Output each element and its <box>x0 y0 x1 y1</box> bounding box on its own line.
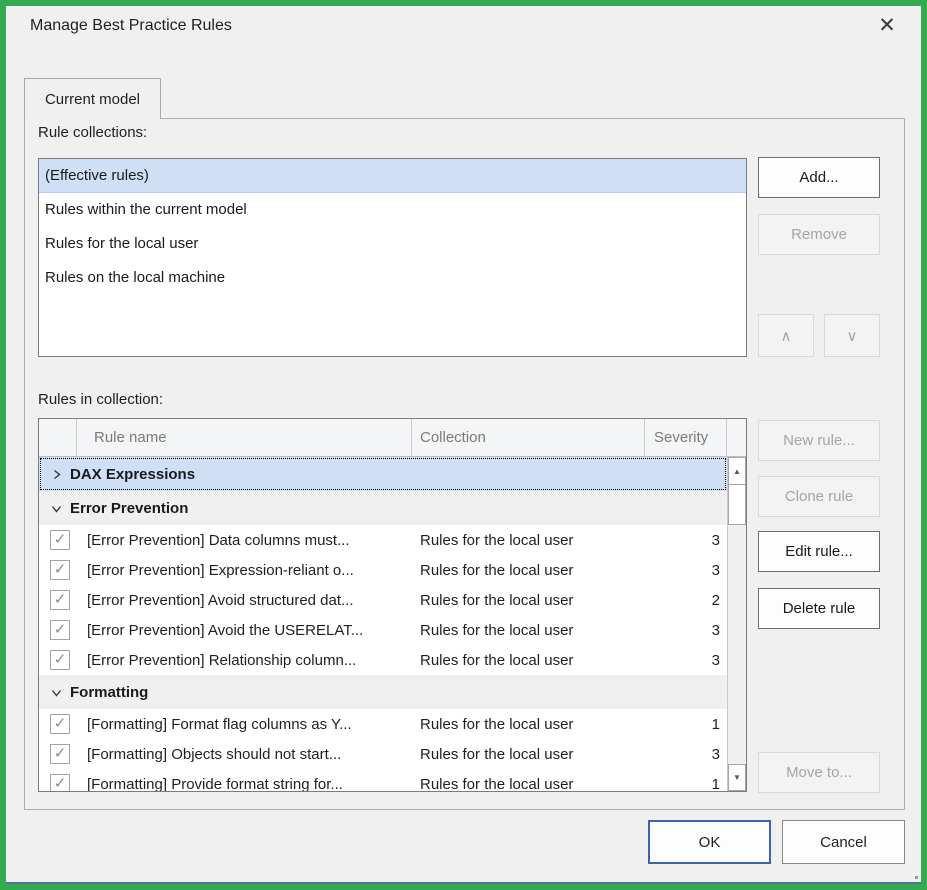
rule-severity: 3 <box>645 652 727 669</box>
rule-collection: Rules for the local user <box>420 746 645 763</box>
header-rule-name[interactable]: Rule name <box>77 419 412 456</box>
rule-checkbox[interactable]: ✓ <box>50 744 70 764</box>
remove-button[interactable]: Remove <box>758 214 880 255</box>
new-rule-button[interactable]: New rule... <box>758 420 880 461</box>
ok-button[interactable]: OK <box>648 820 771 864</box>
delete-rule-button[interactable]: Delete rule <box>758 588 880 629</box>
rule-row[interactable]: ✓ [Error Prevention] Avoid the USERELAT..… <box>39 615 727 645</box>
rule-row[interactable]: ✓ [Formatting] Provide format string for.… <box>39 769 727 791</box>
rule-checkbox[interactable]: ✓ <box>50 590 70 610</box>
rule-collection: Rules for the local user <box>420 592 645 609</box>
rule-name: [Error Prevention] Expression-reliant o.… <box>87 562 412 579</box>
rule-checkbox[interactable]: ✓ <box>50 650 70 670</box>
rule-severity: 3 <box>645 622 727 639</box>
rule-collection: Rules for the local user <box>420 716 645 733</box>
header-scrollbar-cap <box>727 419 746 456</box>
rules-in-collection-label: Rules in collection: <box>38 391 163 408</box>
rule-collection: Rules for the local user <box>420 532 645 549</box>
rules-table: Rule name Collection Severity DAX Expres… <box>38 418 747 792</box>
rule-checkbox[interactable]: ✓ <box>50 620 70 640</box>
scroll-up-icon[interactable]: ▲ <box>728 457 746 485</box>
scroll-down-icon[interactable]: ▼ <box>728 764 746 791</box>
rules-table-header: Rule name Collection Severity <box>39 419 746 457</box>
rule-checkbox[interactable]: ✓ <box>50 774 70 791</box>
rule-collections-list[interactable]: (Effective rules)Rules within the curren… <box>38 158 747 357</box>
header-severity[interactable]: Severity <box>645 419 727 456</box>
rule-name: [Error Prevention] Relationship column..… <box>87 652 412 669</box>
rule-group-row[interactable]: DAX Expressions <box>39 457 727 491</box>
window-bottom-accent <box>6 882 921 884</box>
rule-severity: 3 <box>645 532 727 549</box>
rule-severity: 3 <box>645 562 727 579</box>
rule-group-name: Formatting <box>70 684 148 701</box>
rules-rows: DAX ExpressionsError Prevention✓[Error P… <box>39 457 727 791</box>
rule-name: [Formatting] Format flag columns as Y... <box>87 716 412 733</box>
rule-checkbox[interactable]: ✓ <box>50 530 70 550</box>
rule-collection: Rules for the local user <box>420 622 645 639</box>
rule-name: [Error Prevention] Avoid structured dat.… <box>87 592 412 609</box>
rule-collection: Rules for the local user <box>420 562 645 579</box>
rule-severity: 2 <box>645 592 727 609</box>
move-down-button[interactable]: ∨ <box>824 314 880 357</box>
rule-name: [Formatting] Objects should not start... <box>87 746 412 763</box>
rule-name: [Formatting] Provide format string for..… <box>87 776 412 792</box>
rule-row[interactable]: ✓ [Error Prevention] Relationship column.… <box>39 645 727 675</box>
rule-collection: Rules for the local user <box>420 652 645 669</box>
collection-list-item[interactable]: (Effective rules) <box>39 159 746 193</box>
rule-group-row[interactable]: Error Prevention <box>39 491 727 525</box>
tab-current-model[interactable]: Current model <box>24 78 161 119</box>
rule-checkbox[interactable]: ✓ <box>50 714 70 734</box>
rule-group-name: DAX Expressions <box>70 466 195 483</box>
resize-grip[interactable] <box>915 876 918 879</box>
chevron-down-icon[interactable] <box>51 503 62 514</box>
collection-list-item[interactable]: Rules on the local machine <box>39 261 746 295</box>
collection-list-item[interactable]: Rules within the current model <box>39 193 746 227</box>
rule-group-row[interactable]: Formatting <box>39 675 727 709</box>
clone-rule-button[interactable]: Clone rule <box>758 476 880 517</box>
cancel-button[interactable]: Cancel <box>782 820 905 864</box>
edit-rule-button[interactable]: Edit rule... <box>758 531 880 572</box>
rule-severity: 1 <box>645 776 727 792</box>
rule-checkbox[interactable]: ✓ <box>50 560 70 580</box>
dialog-title: Manage Best Practice Rules <box>30 17 232 35</box>
rule-row[interactable]: ✓ [Error Prevention] Expression-reliant o… <box>39 555 727 585</box>
tab-page: Rule collections: (Effective rules)Rules… <box>24 118 905 810</box>
rule-row[interactable]: ✓ [Formatting] Format flag columns as Y..… <box>39 709 727 739</box>
add-button[interactable]: Add... <box>758 157 880 198</box>
header-checkbox-column[interactable] <box>39 419 77 456</box>
move-up-button[interactable]: ∧ <box>758 314 814 357</box>
rule-collection: Rules for the local user <box>420 776 645 792</box>
rule-name: [Error Prevention] Avoid the USERELAT... <box>87 622 412 639</box>
rule-severity: 1 <box>645 716 727 733</box>
rule-group-name: Error Prevention <box>70 500 188 517</box>
rule-severity: 3 <box>645 746 727 763</box>
close-icon[interactable]: ✕ <box>872 10 902 40</box>
scrollbar-thumb[interactable] <box>728 485 746 525</box>
chevron-down-icon[interactable] <box>51 687 62 698</box>
rule-row[interactable]: ✓ [Error Prevention] Avoid structured dat… <box>39 585 727 615</box>
header-collection[interactable]: Collection <box>412 419 645 456</box>
rule-row[interactable]: ✓ [Formatting] Objects should not start..… <box>39 739 727 769</box>
rule-name: [Error Prevention] Data columns must... <box>87 532 412 549</box>
rule-row[interactable]: ✓ [Error Prevention] Data columns must...… <box>39 525 727 555</box>
table-scrollbar[interactable]: ▲ ▼ <box>727 457 746 791</box>
rule-collections-label: Rule collections: <box>38 124 147 141</box>
chevron-right-icon[interactable] <box>51 469 62 480</box>
collection-list-item[interactable]: Rules for the local user <box>39 227 746 261</box>
scrollbar-track[interactable] <box>728 525 746 764</box>
move-to-button[interactable]: Move to... <box>758 752 880 793</box>
